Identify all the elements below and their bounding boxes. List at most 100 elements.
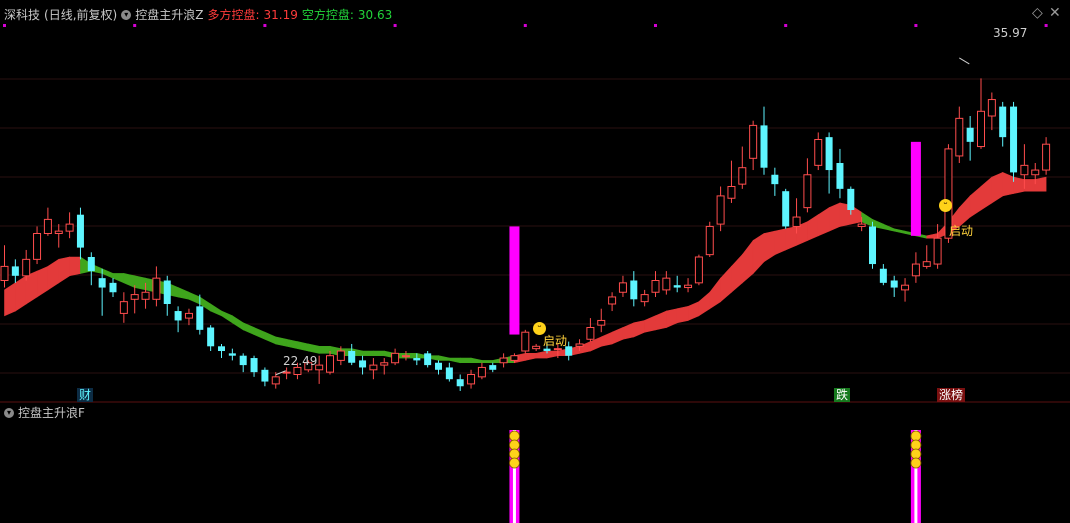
tag-finance[interactable]: 财: [77, 388, 94, 402]
trend-band-segment: [286, 338, 298, 350]
tag-limit-list[interactable]: 涨榜: [937, 388, 966, 402]
candle-body: [575, 343, 584, 347]
trend-band-segment: [752, 232, 765, 275]
trend-band-segment: [785, 226, 797, 251]
short-control-value: 30.63: [357, 7, 393, 22]
candle-body: [130, 294, 139, 300]
trend-band-segment: [373, 350, 385, 357]
dropdown-icon[interactable]: ▾: [121, 9, 132, 20]
trend-band-segment: [177, 287, 190, 300]
signal-bar: [910, 141, 921, 236]
trend-band-segment: [1024, 179, 1036, 192]
candle-body: [673, 285, 681, 288]
signal-bar: [509, 226, 520, 335]
trend-band-segment: [655, 310, 667, 331]
dropdown-icon[interactable]: ▾: [4, 407, 14, 418]
candle-body: [597, 319, 606, 326]
candle-body: [424, 353, 432, 366]
long-control-label: 多方控盘:: [207, 8, 260, 22]
short-control-label: 空方控盘:: [301, 8, 354, 22]
candle-body: [933, 237, 942, 265]
trend-band-segment: [969, 185, 982, 218]
candle-body: [869, 226, 876, 265]
indicator-name[interactable]: 控盘主升浪Z: [135, 6, 203, 23]
candle-body: [43, 218, 52, 234]
candle-body: [467, 374, 476, 385]
trend-band-segment: [112, 273, 125, 284]
candle-body: [76, 214, 84, 248]
trend-band-segment: [58, 256, 70, 284]
candle-body: [11, 266, 19, 276]
trend-band-segment: [611, 327, 624, 345]
candle-body: [250, 358, 258, 373]
candle-body: [261, 369, 269, 382]
trend-band-segment: [546, 350, 559, 359]
trend-band-segment: [449, 357, 461, 364]
candle-body: [174, 311, 182, 321]
candle-body: [890, 280, 898, 288]
candle-body: [825, 137, 833, 171]
candle-body: [435, 362, 442, 370]
smiley-icon: ᵕ: [939, 199, 952, 212]
candle-body: [218, 346, 225, 351]
money-bag-icon: [910, 439, 922, 451]
trend-band-segment: [47, 258, 60, 291]
trend-band-segment: [318, 345, 331, 354]
trend-band-segment: [666, 308, 678, 328]
trend-band-segment: [232, 315, 244, 331]
candle-body: [771, 174, 779, 185]
candle-body: [694, 256, 703, 284]
candle-body: [293, 366, 302, 376]
trend-band-segment: [817, 207, 830, 237]
candle-body: [836, 163, 844, 189]
candle-body: [955, 117, 964, 157]
candle-body: [1010, 106, 1018, 173]
high-price-label: 35.97: [993, 26, 1028, 40]
candle-body: [803, 174, 812, 209]
candle-body: [510, 355, 519, 361]
candle-body: [445, 367, 453, 380]
trend-band-segment: [807, 214, 819, 242]
candle-body: [326, 355, 334, 373]
candle-body: [380, 362, 389, 366]
trend-band-segment: [644, 315, 656, 333]
candle-body: [966, 127, 974, 142]
sub-indicator-name[interactable]: 控盘主升浪F: [18, 404, 85, 421]
trend-band-segment: [774, 228, 787, 256]
trend-band-segment: [307, 343, 320, 354]
diamond-icon[interactable]: ◇: [1032, 5, 1043, 21]
candle-body: [54, 230, 63, 234]
trend-band-segment: [741, 239, 754, 284]
trend-band-segment: [242, 322, 255, 336]
candle-body: [87, 257, 95, 272]
trend-band-segment: [123, 273, 135, 289]
candle-body: [489, 365, 497, 370]
candle-body: [98, 278, 106, 288]
candle-body: [401, 355, 410, 358]
candle-body: [532, 345, 541, 350]
trend-band-segment: [926, 233, 938, 239]
candle-body: [684, 284, 693, 289]
trend-band-segment: [4, 282, 16, 317]
trend-band-segment: [481, 360, 494, 364]
candle-body: [521, 331, 530, 352]
close-icon[interactable]: ✕: [1049, 5, 1061, 21]
candle-body: [608, 296, 617, 305]
candle-body: [359, 360, 367, 368]
tag-fall[interactable]: 跌: [834, 388, 851, 402]
candle-body: [109, 282, 117, 293]
kline-chart[interactable]: [0, 0, 1070, 523]
candle-body: [879, 268, 887, 283]
candle-body: [33, 233, 42, 260]
high-marker: [959, 57, 970, 65]
candle-body: [586, 327, 595, 340]
candle-body: [22, 258, 31, 277]
money-bag-icon: [910, 448, 922, 460]
stock-name[interactable]: 深科技: [4, 6, 40, 23]
candle-body: [119, 301, 128, 314]
trend-band-segment: [221, 310, 233, 324]
candle-body: [977, 110, 985, 148]
candle-body: [196, 306, 204, 330]
period-label[interactable]: (日线,前复权): [44, 6, 117, 23]
candle-body: [640, 294, 649, 303]
